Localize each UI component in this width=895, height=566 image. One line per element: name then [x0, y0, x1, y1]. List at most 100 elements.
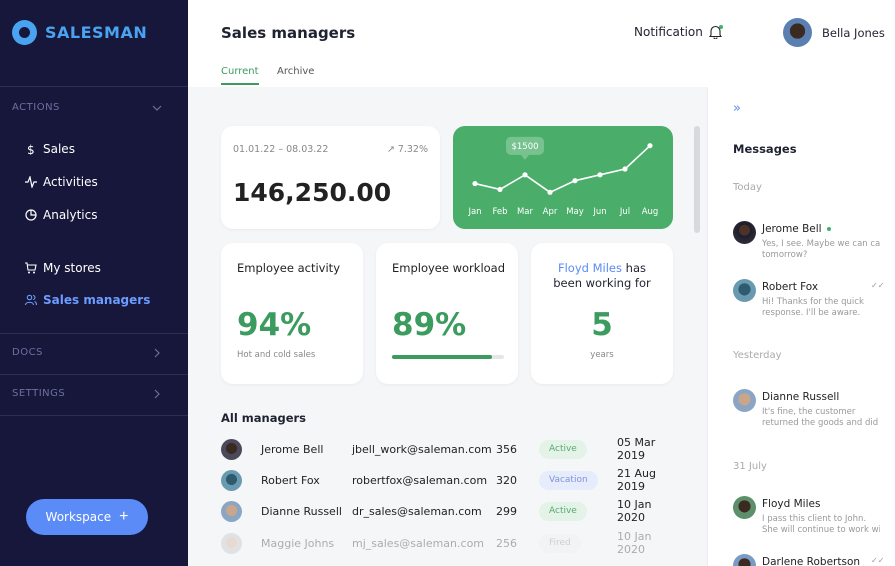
chevron-right-icon — [154, 389, 160, 398]
x-tick-label: Jun — [592, 207, 606, 217]
avatar — [733, 279, 756, 302]
logo-icon — [12, 20, 37, 45]
message-line: She will continue to work with — [762, 525, 880, 535]
chevron-right-icon — [154, 348, 160, 357]
message-line: It's fine, the customer — [762, 407, 856, 417]
brand-name: SALESMAN — [45, 23, 148, 42]
stat-value: 5 — [591, 307, 613, 343]
stat-value: 89% — [392, 307, 467, 343]
sender-name: Darlene Robertson — [762, 556, 861, 566]
data-point — [522, 172, 528, 178]
message-line: Hi! Thanks for the quick — [762, 297, 864, 307]
sidebar-item-my-stores[interactable]: My stores — [25, 261, 101, 275]
divider — [0, 86, 188, 87]
tooltip-value: $1500 — [511, 142, 538, 152]
divider — [0, 415, 188, 416]
user-menu[interactable]: Bella Jones — [783, 18, 885, 47]
manager-name: Robert Fox — [261, 473, 320, 487]
stat-subtitle: Hot and cold sales — [237, 350, 316, 360]
sidebar-item-analytics[interactable]: Analytics — [25, 208, 98, 222]
tab-archive[interactable]: Archive — [277, 66, 314, 83]
stat-subtitle: years — [590, 350, 614, 360]
sender-name: Robert Fox — [762, 281, 819, 293]
progress-fill — [392, 355, 492, 359]
sidebar-item-sales-managers[interactable]: Sales managers — [25, 293, 150, 307]
x-tick-label: Jan — [467, 207, 481, 217]
summary-card: 01.01.22 – 08.03.22 ↗ 7.32% 146,250.00 — [221, 126, 440, 229]
user-name: Bella Jones — [822, 25, 885, 40]
x-tick-label: May — [566, 207, 584, 217]
chart-tooltip: $1500 — [506, 136, 544, 160]
status-badge: Fired — [539, 533, 581, 553]
sales-chart-card: Jan Feb Mar Apr May Jun Jul Aug $1500 — [453, 126, 673, 229]
sidebar: SALESMAN ACTIONS $ Sales Activities Anal… — [0, 0, 188, 566]
manager-count: 320 — [496, 473, 517, 487]
page-title: Sales managers — [221, 24, 356, 42]
collapse-icon[interactable]: » — [733, 101, 741, 116]
section-settings[interactable]: SETTINGS — [12, 388, 162, 399]
sidebar-item-label: Analytics — [43, 208, 98, 222]
message-line: response. I'll be aware. — [762, 308, 861, 318]
manager-count: 299 — [496, 504, 517, 518]
section-actions[interactable]: ACTIONS — [12, 102, 162, 113]
section-docs[interactable]: DOCS — [12, 347, 162, 358]
sidebar-item-label: Activities — [43, 175, 98, 189]
stat-title: Employee activity — [237, 261, 341, 275]
sidebar-item-label: Sales managers — [43, 293, 151, 307]
read-check-icon: ✓✓ — [871, 556, 885, 565]
data-point — [572, 178, 578, 184]
table-row[interactable]: Jerome Bell jbell_work@saleman.com 356 Acti… — [221, 436, 681, 462]
notification-button[interactable]: Notification — [634, 25, 723, 40]
x-tick-label: Feb — [492, 207, 507, 217]
data-point — [472, 180, 478, 187]
status-badge: Active — [539, 439, 587, 459]
manager-count: 356 — [496, 442, 517, 456]
tab-current[interactable]: Current — [221, 66, 259, 85]
manager-email: dr_sales@saleman.com — [352, 504, 482, 518]
x-tick-label: Jul — [619, 207, 630, 217]
manager-count: 256 — [496, 536, 517, 550]
manager-date: 05 Mar 2019 — [617, 436, 656, 462]
day-label: Today — [733, 182, 762, 193]
avatar — [221, 438, 242, 460]
sidebar-item-sales[interactable]: $ Sales — [25, 142, 75, 156]
tenure-suffix-2: been working for — [553, 276, 651, 290]
avatar — [783, 18, 812, 47]
scrollbar[interactable] — [694, 126, 700, 233]
sender-name: Floyd Miles — [762, 498, 821, 510]
cart-icon — [25, 262, 37, 274]
table-row[interactable]: Maggie Johns mj_sales@saleman.com 256 Fired… — [221, 530, 681, 556]
change-indicator: ↗ 7.32% — [387, 144, 428, 155]
employee-link[interactable]: Floyd Miles — [558, 261, 622, 275]
avatar — [221, 500, 242, 522]
sidebar-item-activities[interactable]: Activities — [25, 175, 98, 189]
activity-icon — [25, 176, 37, 188]
sender-name: Dianne Russell — [762, 391, 840, 403]
sales-line-chart: Jan Feb Mar Apr May Jun Jul Aug $1500 — [467, 136, 659, 217]
data-point — [597, 172, 603, 178]
workspace-label: Workspace — [45, 510, 112, 524]
message-line: returned the goods and did it — [762, 418, 880, 428]
avatar — [221, 532, 242, 554]
workspace-button[interactable]: Workspace + — [26, 499, 148, 535]
manager-date: 21 Aug 2019 — [617, 467, 656, 493]
plus-icon: + — [119, 508, 129, 525]
brand-logo[interactable]: SALESMAN — [12, 20, 147, 45]
read-check-icon: ✓✓ — [871, 281, 885, 290]
sidebar-item-label: Sales — [43, 142, 75, 156]
message-line: Yes, I see. Maybe we can call — [762, 239, 880, 249]
avatar — [733, 496, 756, 519]
divider — [0, 333, 188, 334]
x-tick-label: Aug — [642, 207, 659, 217]
day-label: 31 July — [733, 461, 767, 472]
change-value: 7.32% — [397, 144, 428, 155]
message-line: tomorrow? — [762, 250, 808, 260]
table-row[interactable]: Dianne Russell dr_sales@saleman.com 299 Act… — [221, 498, 681, 524]
manager-name: Dianne Russell — [261, 504, 342, 518]
manager-name: Jerome Bell — [261, 442, 324, 456]
notification-label: Notification — [634, 25, 703, 39]
table-row[interactable]: Robert Fox robertfox@saleman.com 320 Vacati… — [221, 467, 681, 493]
tenure-title: Floyd Miles has been working for — [531, 261, 673, 291]
total-sales: 146,250.00 — [233, 178, 392, 207]
dollar-icon: $ — [27, 143, 35, 155]
